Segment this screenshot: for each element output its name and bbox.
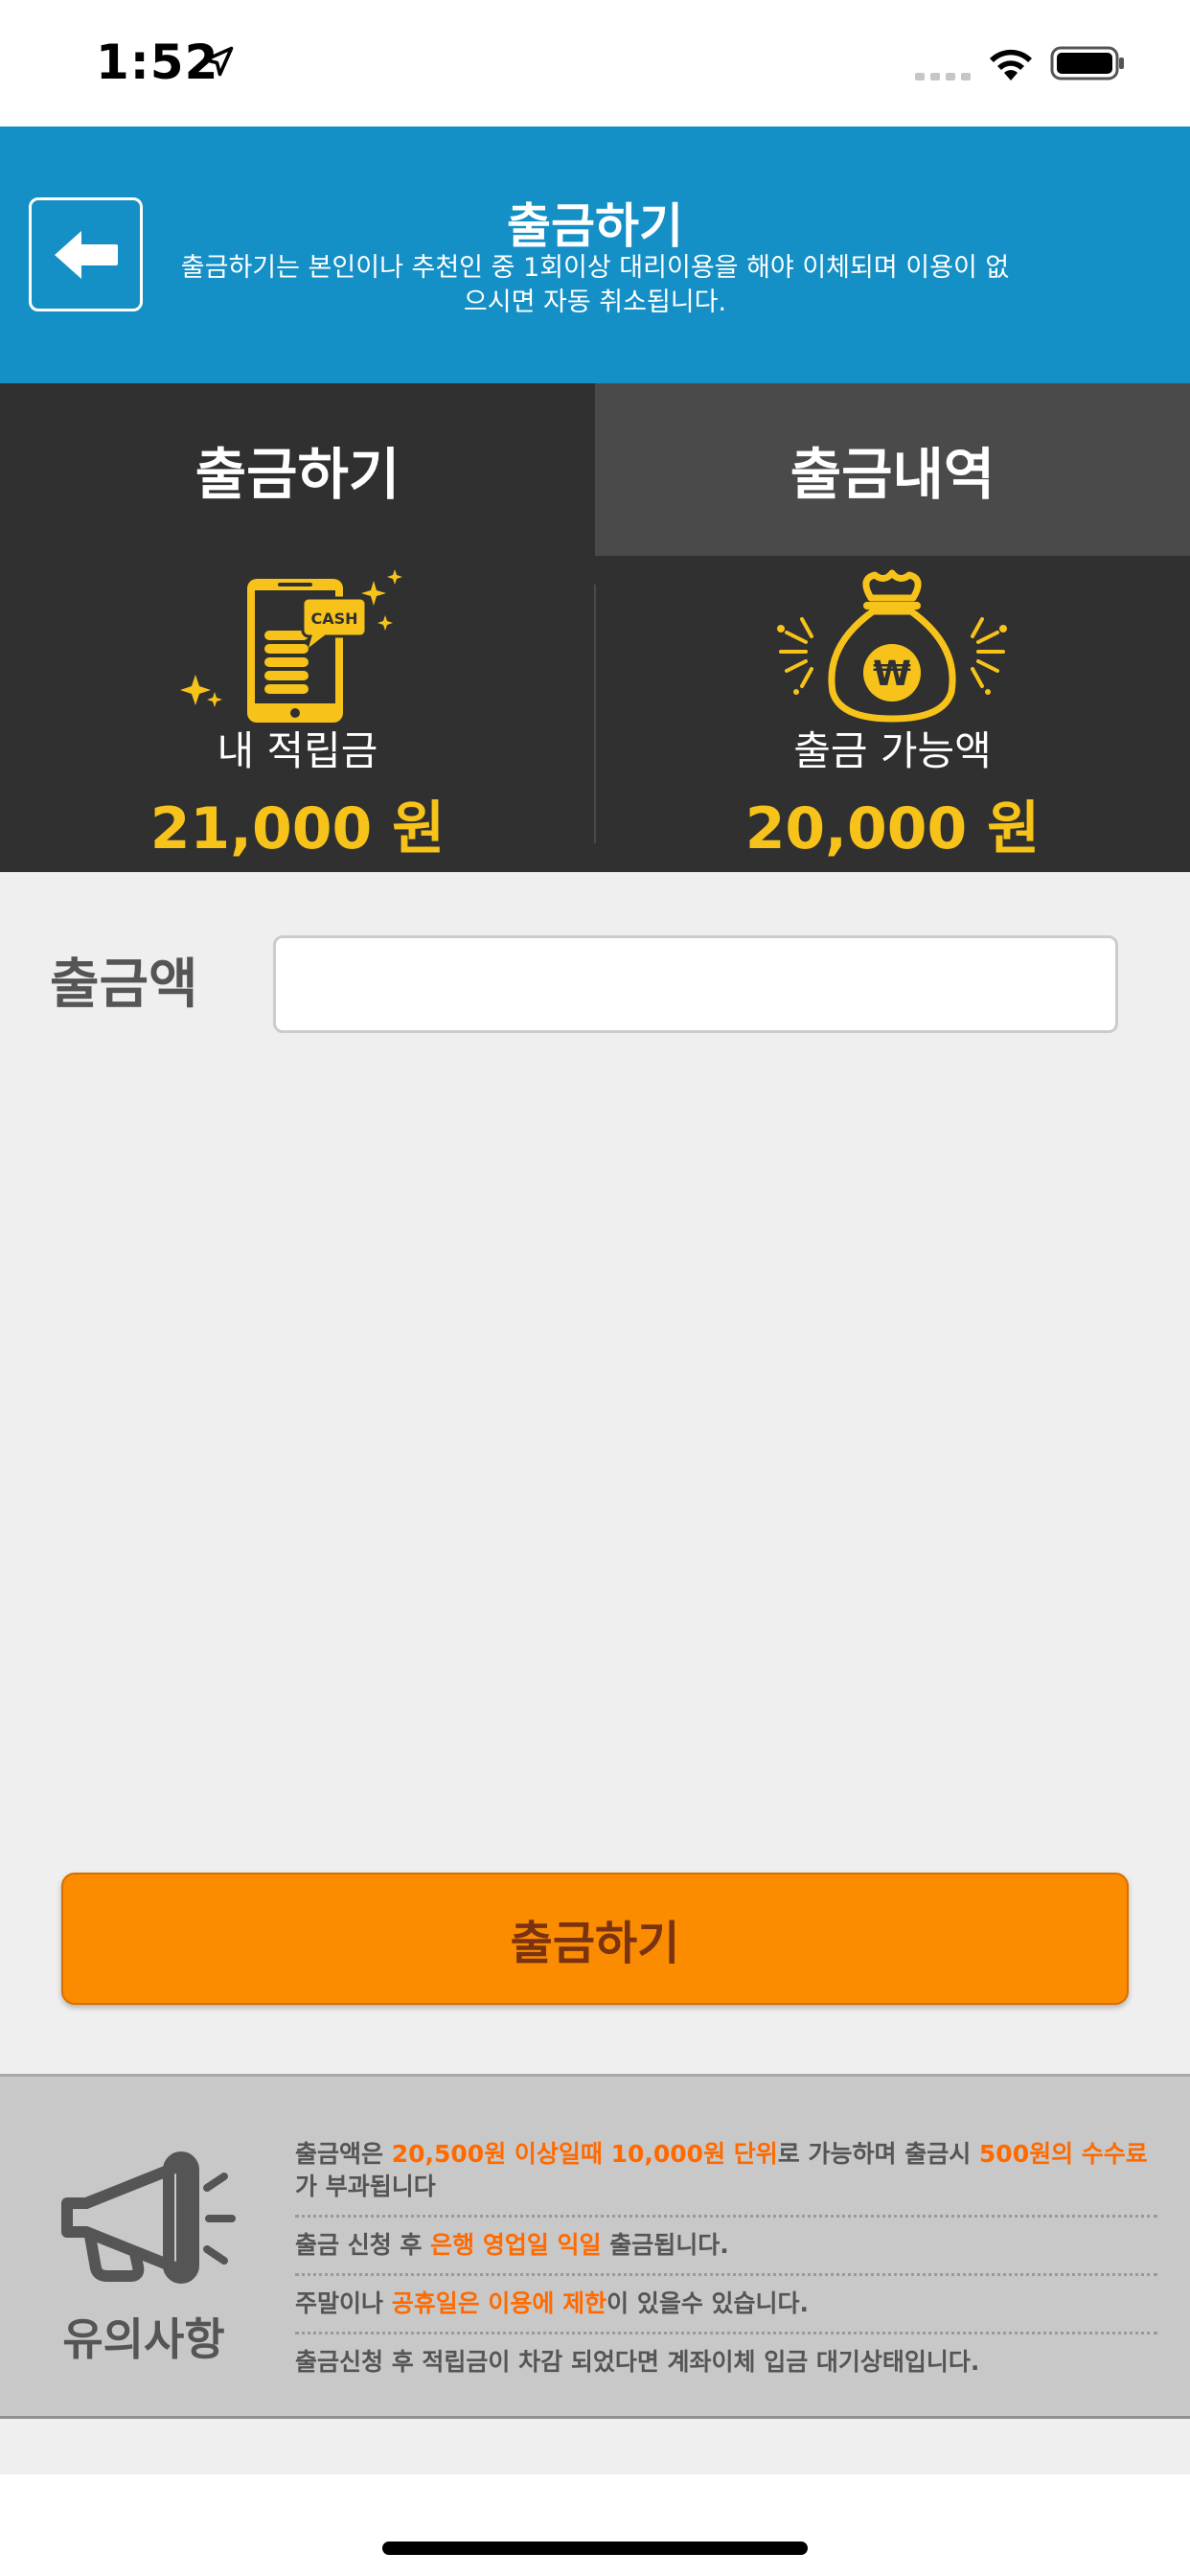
my-points-label: 내 적립금 xyxy=(217,727,378,774)
home-indicator[interactable] xyxy=(382,2542,808,2555)
withdraw-amount-input[interactable] xyxy=(273,935,1118,1033)
notice-item: 출금 신청 후 은행 영업일 익일 출금됩니다. xyxy=(295,2215,1157,2273)
tab-withdraw-history[interactable]: 출금내역 xyxy=(595,383,1190,556)
notice-text: 로 가능하며 출금시 xyxy=(777,2140,979,2168)
balance-panel: CASH 내 적립금 21,000 원 ₩ 출금 가능액 20,000 원 xyxy=(0,556,1190,872)
notice-text: 출금됩니다. xyxy=(601,2231,729,2259)
available-amount-label: 출금 가능액 xyxy=(793,727,992,774)
notice-highlight: 500원의 수수료 xyxy=(978,2140,1148,2168)
notice-highlight: 20,500원 이상일때 10,000원 단위 xyxy=(391,2140,778,2168)
notice-text: 출금신청 후 적립금이 차감 되었다면 계좌이체 입금 대기상태입니다. xyxy=(295,2348,980,2376)
location-arrow-icon xyxy=(203,46,234,77)
arrow-left-icon xyxy=(55,231,118,279)
battery-icon xyxy=(1050,46,1124,80)
notice-title: 유의사항 xyxy=(62,2313,225,2365)
notice-highlight: 은행 영업일 익일 xyxy=(430,2231,602,2259)
notice-text: 가 부과됩니다 xyxy=(295,2173,436,2200)
cellular-signal-icon xyxy=(915,73,971,80)
header-description: 출금하기는 본인이나 추천인 중 1회이상 대리이용을 해야 이체되며 이용이 … xyxy=(180,253,1010,317)
tab-bar: 출금하기 출금내역 xyxy=(0,383,1190,556)
notice-item: 출금액은 20,500원 이상일때 10,000원 단위로 가능하며 출금시 5… xyxy=(295,2134,1157,2215)
withdraw-submit-button[interactable]: 출금하기 xyxy=(61,1873,1129,2005)
notice-text: 출금액은 xyxy=(295,2140,392,2168)
svg-text:₩: ₩ xyxy=(873,655,911,694)
notice-item: 주말이나 공휴일은 이용에 제한이 있을수 있습니다. xyxy=(295,2273,1157,2332)
available-amount-card: ₩ 출금 가능액 20,000 원 xyxy=(595,556,1190,872)
home-indicator-area xyxy=(0,2474,1190,2576)
back-button[interactable] xyxy=(29,197,143,311)
status-bar: 1:52 xyxy=(0,0,1190,126)
notice-text: 이 있을수 있습니다. xyxy=(606,2289,810,2317)
page-title: 출금하기 xyxy=(507,198,683,254)
available-amount-value: 20,000 원 xyxy=(744,795,1041,862)
notice-text: 출금 신청 후 xyxy=(295,2231,431,2259)
money-bag-won-icon: ₩ xyxy=(777,569,1007,723)
my-points-amount: 21,000 원 xyxy=(149,795,446,862)
notice-text: 주말이나 xyxy=(295,2289,392,2317)
notice-list: 출금액은 20,500원 이상일때 10,000원 단위로 가능하며 출금시 5… xyxy=(295,2134,1157,2390)
notice-panel: 유의사항 출금액은 20,500원 이상일때 10,000원 단위로 가능하며 … xyxy=(0,2074,1190,2419)
tab-withdraw[interactable]: 출금하기 xyxy=(0,383,595,556)
notice-highlight: 공휴일은 이용에 제한 xyxy=(391,2289,607,2317)
withdraw-amount-label: 출금액 xyxy=(50,954,198,1016)
wifi-icon xyxy=(990,49,1032,80)
megaphone-icon xyxy=(61,2151,236,2284)
notice-item: 출금신청 후 적립금이 차감 되었다면 계좌이체 입금 대기상태입니다. xyxy=(295,2332,1157,2390)
my-points-card: CASH 내 적립금 21,000 원 xyxy=(0,556,595,872)
phone-cash-icon: CASH xyxy=(180,569,402,723)
header: 출금하기 출금하기는 본인이나 추천인 중 1회이상 대리이용을 해야 이체되며… xyxy=(0,126,1190,383)
svg-text:CASH: CASH xyxy=(310,610,357,628)
